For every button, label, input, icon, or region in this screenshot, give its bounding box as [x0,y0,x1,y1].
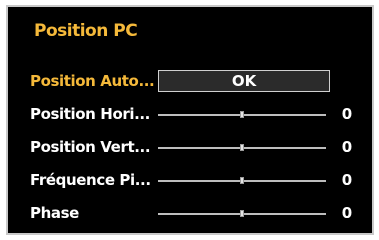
osd-menu-panel: Position PC Position Auto... OK Position… [6,5,374,235]
slider-thumb[interactable] [240,111,244,118]
menu-row-phase[interactable]: Phase 0 [8,199,372,229]
slider-thumb[interactable] [240,210,244,217]
slider-track[interactable] [158,111,326,118]
menu-row-position-horizontal[interactable]: Position Hori... 0 [8,100,372,130]
menu-title: Position PC [34,21,138,41]
slider-track[interactable] [158,210,326,217]
value-readout: 0 [341,105,353,123]
value-readout: 0 [341,171,353,189]
menu-row-label: Position Auto... [30,72,155,90]
value-readout: 0 [341,204,353,222]
value-readout: 0 [341,138,353,156]
ok-button[interactable]: OK [158,70,330,92]
slider-track[interactable] [158,177,326,184]
menu-row-position-auto[interactable]: Position Auto... OK [8,67,372,97]
menu-row-label: Position Vert... [30,138,151,156]
menu-row-position-vertical[interactable]: Position Vert... 0 [8,133,372,163]
menu-row-frequence-pixel[interactable]: Fréquence Pi... 0 [8,166,372,196]
slider-track[interactable] [158,144,326,151]
menu-row-label: Position Hori... [30,105,150,123]
slider-thumb[interactable] [240,177,244,184]
slider-thumb[interactable] [240,144,244,151]
menu-row-label: Fréquence Pi... [30,171,151,189]
menu-row-label: Phase [30,204,79,222]
